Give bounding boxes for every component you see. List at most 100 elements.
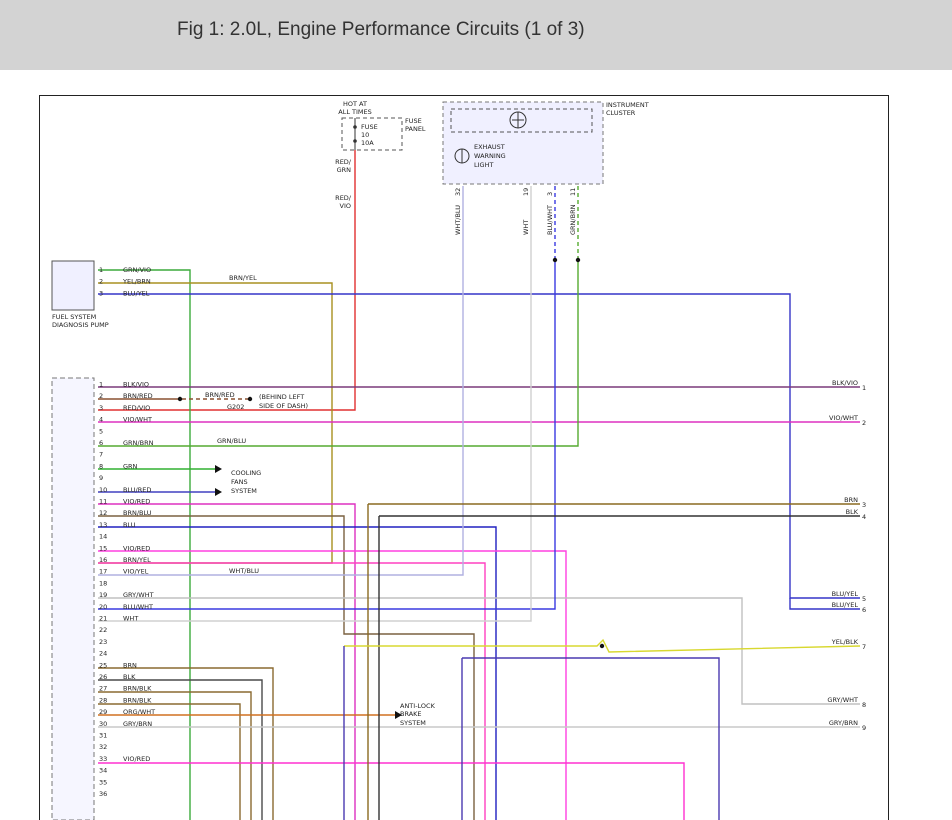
output-wire-label: BLU/YEL	[832, 601, 859, 609]
ecm-pin-number: 34	[99, 767, 107, 775]
fuel-pump-box	[51, 260, 95, 311]
splice-grn-brn	[575, 257, 581, 263]
cooling-fans-label-2: FANS	[231, 478, 248, 486]
ecm-pin-number: 19	[99, 591, 107, 599]
ecm-pin-number: 21	[99, 615, 107, 623]
ecm-pin-number: 24	[99, 650, 107, 658]
brn-yel-splice-label: BRN/YEL	[229, 274, 257, 282]
behind-dash-label-1: (BEHIND LEFT	[259, 393, 304, 401]
grn-blu-splice-label: GRN/BLU	[217, 437, 246, 445]
pump-pin-number: 1	[99, 266, 103, 274]
ecm-pin-wire-label: ORG/WHT	[123, 708, 155, 716]
ecm-pin-number: 22	[99, 626, 107, 634]
cooling-fan-arrow-2	[215, 488, 222, 496]
output-number: 1	[862, 384, 866, 392]
fuel-pump-label-1: FUEL SYSTEM	[52, 313, 96, 321]
ecm-pin-wire-label: BRN/RED	[123, 392, 153, 400]
ecm-pin-wire-label: BLU	[123, 521, 136, 529]
ecm-pin-number: 35	[99, 778, 107, 786]
ecm-pin-number: 5	[99, 427, 103, 435]
behind-dash-label-2: SIDE OF DASH)	[259, 402, 308, 410]
ecm-pin-wire-label: VIO/RED	[123, 498, 150, 506]
splice-yel-blk	[599, 643, 605, 649]
ecm-pin-number: 2	[99, 392, 103, 400]
output-wire-label: GRY/BRN	[829, 719, 858, 727]
exhaust-label-1: EXHAUST	[474, 143, 505, 151]
fuse-label: FUSE	[361, 123, 378, 131]
ecm-pin-wire-label: VIO/WHT	[123, 416, 152, 424]
wht-wire	[98, 186, 532, 622]
grn-brn-wire	[98, 260, 579, 447]
cluster-pin-number: 32	[454, 188, 462, 196]
wires-layer	[98, 150, 861, 820]
output-number: 2	[862, 419, 866, 427]
ecm-pin-number: 9	[99, 474, 103, 482]
output-wire-label: BLK/VIO	[832, 379, 858, 387]
red-grn-label-2: GRN	[337, 166, 352, 174]
fuse-terminal-top	[353, 125, 357, 129]
pump-pin-wire-label: YEL/BRN	[122, 278, 151, 286]
output-wire-label: BLU/YEL	[832, 590, 859, 598]
cluster-wire-label: GRN/BRN	[569, 204, 577, 235]
ecm-pin-number: 15	[99, 544, 107, 552]
red-grn-label-1: RED/	[335, 158, 352, 166]
ecm-pin-wire-label: VIO/YEL	[123, 568, 149, 576]
ecm-pin-number: 31	[99, 732, 107, 740]
exhaust-label-3: LIGHT	[474, 161, 493, 169]
ecm-pin-number: 6	[99, 439, 103, 447]
fuse-panel-label-1: FUSE	[405, 117, 422, 125]
output-number: 5	[862, 595, 866, 603]
hot-at-label-1: HOT AT	[343, 100, 367, 108]
red-vio-label-2: VIO	[340, 202, 351, 210]
splice-brn-red	[177, 396, 183, 402]
cooling-fan-arrow-1	[215, 465, 222, 473]
output-number: 9	[862, 724, 866, 732]
output-wire-label: GRY/WHT	[827, 696, 858, 704]
ecm-pin-number: 28	[99, 696, 107, 704]
output-number: 4	[862, 513, 866, 521]
labels-layer: HOT AT ALL TIMES FUSE 10 10A FUSE PANEL …	[52, 100, 649, 727]
ecm-pin-wire-label: BLK/VIO	[123, 381, 149, 389]
ecm-pin-number: 4	[99, 416, 103, 424]
cluster-wire-label: WHT/BLU	[454, 205, 462, 235]
output-wire-label: VIO/WHT	[829, 414, 858, 422]
ecm-pin-wire-label: WHT	[123, 615, 138, 623]
ecm-pin-wire-label: BRN/BLK	[123, 685, 152, 693]
ecm-pin-wire-label: BRN	[123, 661, 137, 669]
pump-pin-wire-label: BLU/YEL	[123, 289, 150, 297]
fuse-panel-label-2: PANEL	[405, 125, 426, 133]
pump-pin-wire-label: GRN/VIO	[123, 266, 151, 274]
ecm-pin-number: 8	[99, 462, 103, 470]
output-number: 8	[862, 701, 866, 709]
wht-blu-splice-label: WHT/BLU	[229, 567, 259, 575]
fuel-pump-label-2: DIAGNOSIS PUMP	[52, 321, 109, 329]
blu-wht-wire	[98, 260, 556, 610]
output-number: 3	[862, 501, 866, 509]
ecm-pin-number: 32	[99, 743, 107, 751]
ecm-pin-wire-label: VIO/RED	[123, 544, 150, 552]
fuse-terminal-bottom	[353, 139, 357, 143]
ecm-pin-number: 13	[99, 521, 107, 529]
vio-red-wire-33	[98, 762, 685, 820]
ecm-pin-number: 27	[99, 685, 107, 693]
ecm-pin-number: 18	[99, 579, 107, 587]
fuse-number: 10	[361, 131, 369, 139]
ecm-pin-wire-label: GRY/BRN	[123, 720, 152, 728]
exhaust-label-2: WARNING	[474, 152, 506, 160]
ecm-pin-wire-label: GRN	[123, 462, 138, 470]
ecm-pin-number: 20	[99, 603, 107, 611]
ecm-pin-wire-label: BLU/RED	[123, 486, 151, 494]
ecm-pin-number: 10	[99, 486, 107, 494]
cooling-fans-label-1: COOLING	[231, 469, 261, 477]
ecm-pin-number: 23	[99, 638, 107, 646]
g202-label: G202	[227, 403, 244, 411]
ecm-pin-wire-label: VIO/RED	[123, 755, 150, 763]
cluster-pin-number: 11	[569, 188, 577, 196]
vio-loop-wire	[462, 657, 720, 820]
ecm-pin-wire-label: GRY/WHT	[123, 591, 154, 599]
ecm-pin-wire-label: BRN/BLK	[123, 696, 152, 704]
pump-pin-number: 3	[99, 289, 103, 297]
output-wire-label: YEL/BLK	[831, 638, 859, 646]
wiring-diagram: HOT AT ALL TIMES FUSE 10 10A FUSE PANEL …	[51, 100, 866, 820]
cluster-wire-label: WHT	[522, 220, 530, 235]
